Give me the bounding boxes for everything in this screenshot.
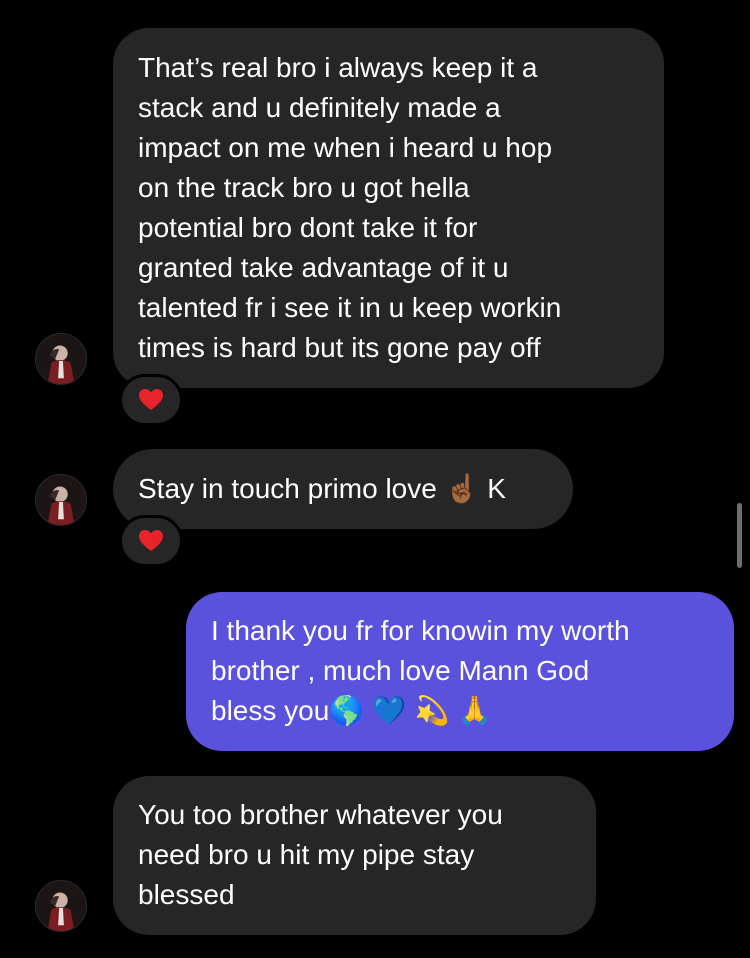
message-bubble-incoming-2[interactable]: Stay in touch primo love ☝🏾 K <box>113 449 573 529</box>
profile-avatar-icon <box>36 881 86 931</box>
heart-icon <box>139 530 163 551</box>
sender-avatar[interactable] <box>35 474 87 526</box>
heart-icon <box>139 389 163 410</box>
reaction-badge-2[interactable] <box>119 515 183 567</box>
scrollbar[interactable] <box>737 503 742 568</box>
profile-avatar-icon <box>36 475 86 525</box>
sender-avatar[interactable] <box>35 333 87 385</box>
message-bubble-incoming-1[interactable]: That’s real bro i always keep it a stack… <box>113 28 664 388</box>
sender-avatar[interactable] <box>35 880 87 932</box>
profile-avatar-icon <box>36 334 86 384</box>
message-bubble-outgoing-1[interactable]: I thank you fr for knowin my worth broth… <box>186 592 734 751</box>
reaction-badge-1[interactable] <box>119 374 183 426</box>
message-bubble-incoming-3[interactable]: You too brother whatever you need bro u … <box>113 776 596 935</box>
chat-thread: That’s real bro i always keep it a stack… <box>0 0 750 958</box>
